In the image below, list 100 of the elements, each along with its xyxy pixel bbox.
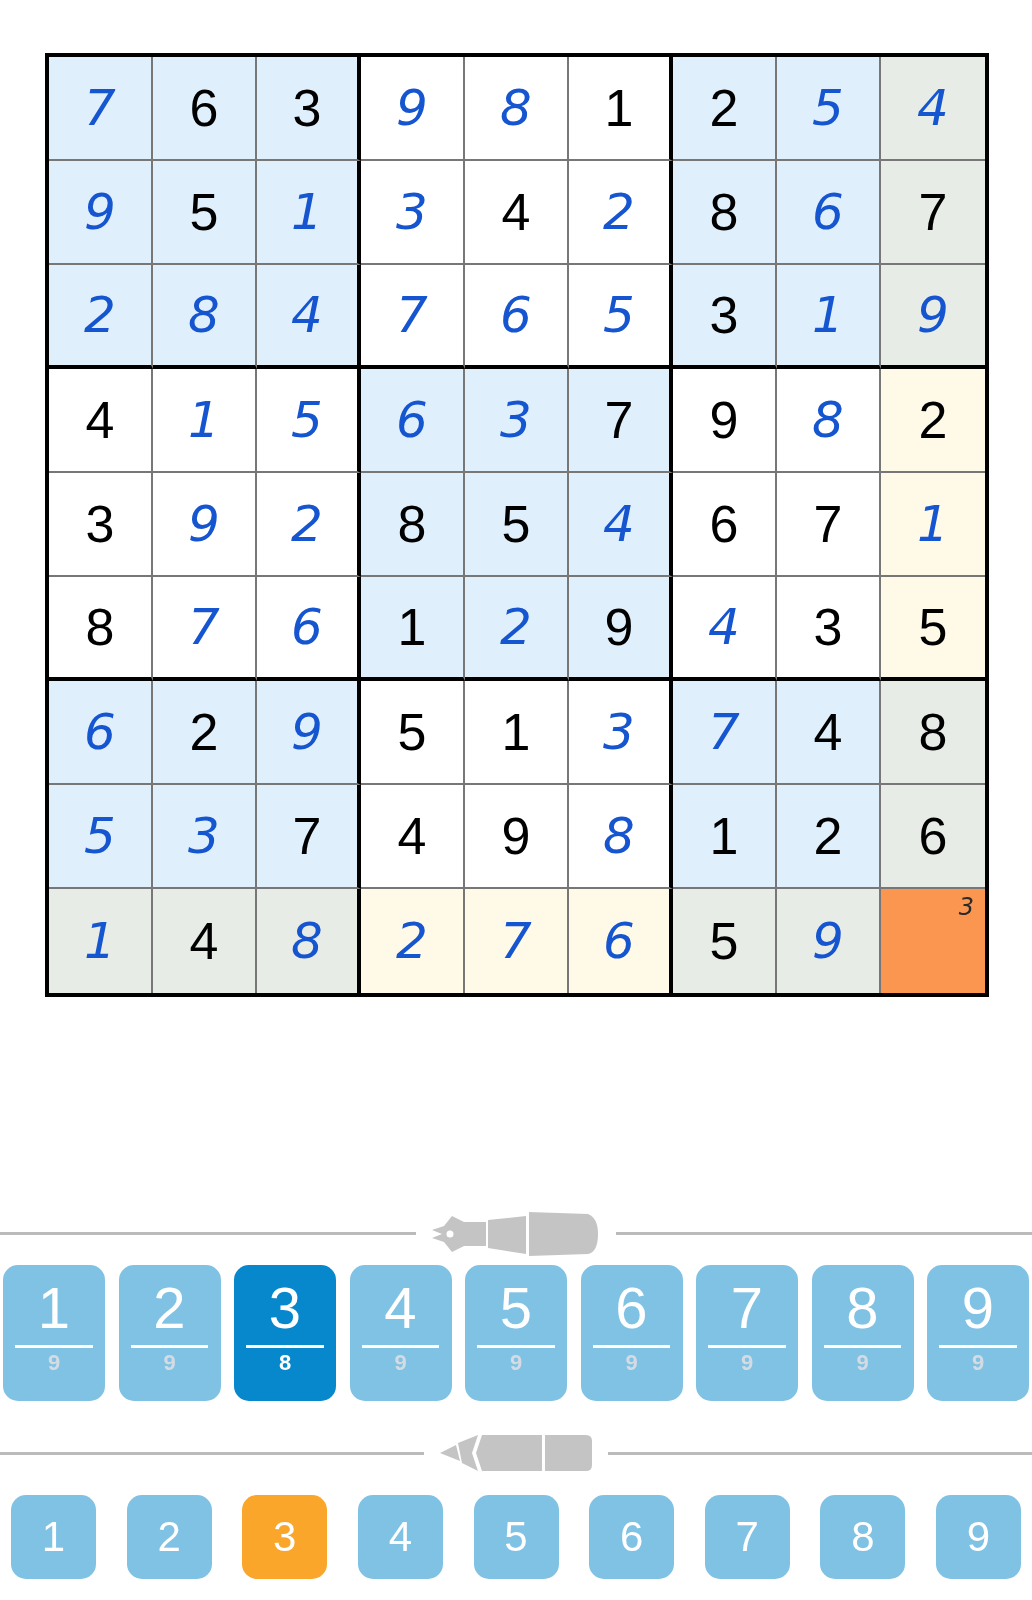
cell-digit: 5 xyxy=(812,79,844,137)
number-key[interactable]: 3 8 xyxy=(234,1265,336,1401)
grid-cell[interactable]: 6 xyxy=(777,161,881,265)
grid-cell[interactable]: 5 xyxy=(257,369,361,473)
grid-cell[interactable]: 8 xyxy=(673,161,777,265)
grid-cell[interactable]: 8 xyxy=(777,369,881,473)
grid-cell[interactable]: 2 xyxy=(881,369,985,473)
grid-cell[interactable]: 5 xyxy=(777,57,881,161)
grid-cell[interactable]: 9 xyxy=(153,473,257,577)
grid-cell[interactable]: 3 xyxy=(49,473,153,577)
grid-cell[interactable]: 8 xyxy=(153,265,257,369)
cell-digit: 1 xyxy=(397,597,427,657)
cell-digit: 1 xyxy=(709,806,739,866)
cell-digit: 9 xyxy=(291,703,323,761)
grid-cell[interactable]: 9 xyxy=(257,681,361,785)
grid-cell[interactable]: 3 xyxy=(153,785,257,889)
cell-digit: 7 xyxy=(396,286,428,344)
grid-cell[interactable]: 2 xyxy=(569,161,673,265)
grid-cell[interactable]: 9 xyxy=(361,57,465,161)
grid-cell[interactable]: 6 xyxy=(465,265,569,369)
cell-digit: 6 xyxy=(603,912,635,970)
grid-cell[interactable]: 1 xyxy=(673,785,777,889)
grid-cell[interactable]: 7 xyxy=(673,681,777,785)
grid-cell[interactable]: 1 xyxy=(465,681,569,785)
grid-cell[interactable]: 7 xyxy=(257,785,361,889)
grid-cell[interactable]: 3 xyxy=(569,681,673,785)
cell-digit: 4 xyxy=(85,390,115,450)
grid-cell[interactable]: 2 xyxy=(153,681,257,785)
cell-digit: 7 xyxy=(84,79,116,137)
grid-cell[interactable]: 4 xyxy=(361,785,465,889)
cell-digit: 5 xyxy=(84,807,116,865)
cell-digit: 5 xyxy=(189,182,219,242)
grid-cell[interactable]: 3 xyxy=(777,577,881,681)
grid-cell[interactable]: 6 xyxy=(49,681,153,785)
grid-cell[interactable]: 8 xyxy=(361,473,465,577)
grid-cell[interactable]: 8 xyxy=(465,57,569,161)
grid-cell[interactable]: 5 xyxy=(49,785,153,889)
grid-cell[interactable]: 4 xyxy=(881,57,985,161)
grid-cell[interactable]: 3 xyxy=(465,369,569,473)
cell-digit: 9 xyxy=(709,390,739,450)
cell-digit: 7 xyxy=(813,494,843,554)
cell-digit: 2 xyxy=(500,598,532,656)
grid-cell[interactable]: 5 xyxy=(153,161,257,265)
grid-cell[interactable]: 2 xyxy=(777,785,881,889)
grid-cell[interactable]: 4 xyxy=(153,889,257,993)
grid-cell[interactable]: 7 xyxy=(777,473,881,577)
grid-cell[interactable]: 6 xyxy=(153,57,257,161)
grid-cell[interactable]: 2 xyxy=(465,577,569,681)
grid-cell[interactable]: 7 xyxy=(361,265,465,369)
grid-cell[interactable]: 9 xyxy=(465,785,569,889)
grid-cell[interactable]: 1 xyxy=(153,369,257,473)
grid-cell[interactable]: 8 xyxy=(569,785,673,889)
grid-cell[interactable]: 9 xyxy=(673,369,777,473)
cell-digit: 7 xyxy=(708,703,740,761)
grid-cell[interactable]: 7 xyxy=(153,577,257,681)
grid-cell[interactable]: 6 xyxy=(673,473,777,577)
grid-cell[interactable]: 7 xyxy=(49,57,153,161)
cell-digit: 7 xyxy=(604,390,634,450)
grid-cell[interactable]: 2 xyxy=(673,57,777,161)
grid-cell[interactable]: 4 xyxy=(673,577,777,681)
cell-digit: 5 xyxy=(918,597,948,657)
grid-cell[interactable]: 5 xyxy=(361,681,465,785)
grid-cell[interactable]: 1 xyxy=(569,57,673,161)
grid-cell[interactable]: 2 xyxy=(49,265,153,369)
grid-cell[interactable]: 3 xyxy=(361,161,465,265)
grid-cell[interactable]: 2 xyxy=(361,889,465,993)
grid-cell[interactable]: 3 xyxy=(881,889,985,993)
cell-digit: 5 xyxy=(397,702,427,762)
grid-cell[interactable]: 7 xyxy=(569,369,673,473)
grid-cell[interactable]: 9 xyxy=(777,889,881,993)
cell-digit: 7 xyxy=(918,182,948,242)
cell-digit: 6 xyxy=(396,391,428,449)
cell-digit: 8 xyxy=(709,182,739,242)
cell-digit: 2 xyxy=(918,390,948,450)
grid-cell[interactable]: 8 xyxy=(881,681,985,785)
grid-cell[interactable]: 1 xyxy=(777,265,881,369)
grid-cell[interactable]: 1 xyxy=(49,889,153,993)
grid-cell[interactable]: 7 xyxy=(465,889,569,993)
grid-cell[interactable]: 2 xyxy=(257,473,361,577)
cell-digit: 4 xyxy=(189,911,219,971)
grid-cell[interactable]: 6 xyxy=(881,785,985,889)
cell-digit: 8 xyxy=(603,807,635,865)
cell-digit: 1 xyxy=(917,495,949,553)
grid-cell[interactable]: 9 xyxy=(49,161,153,265)
grid-cell[interactable]: 3 xyxy=(673,265,777,369)
grid-cell[interactable]: 1 xyxy=(881,473,985,577)
grid-cell[interactable]: 4 xyxy=(777,681,881,785)
grid-cell[interactable]: 3 xyxy=(257,57,361,161)
grid-cell[interactable]: 5 xyxy=(673,889,777,993)
grid-cell[interactable]: 5 xyxy=(465,473,569,577)
grid-cell[interactable]: 4 xyxy=(465,161,569,265)
cell-digit: 2 xyxy=(709,78,739,138)
grid-cell[interactable]: 1 xyxy=(361,577,465,681)
grid-cell[interactable]: 6 xyxy=(361,369,465,473)
grid-cell[interactable]: 8 xyxy=(49,577,153,681)
grid-cell[interactable]: 4 xyxy=(49,369,153,473)
grid-cell[interactable]: 7 xyxy=(881,161,985,265)
cell-digit: 9 xyxy=(396,79,428,137)
grid-cell[interactable]: 1 xyxy=(257,161,361,265)
grid-cell[interactable]: 4 xyxy=(569,473,673,577)
